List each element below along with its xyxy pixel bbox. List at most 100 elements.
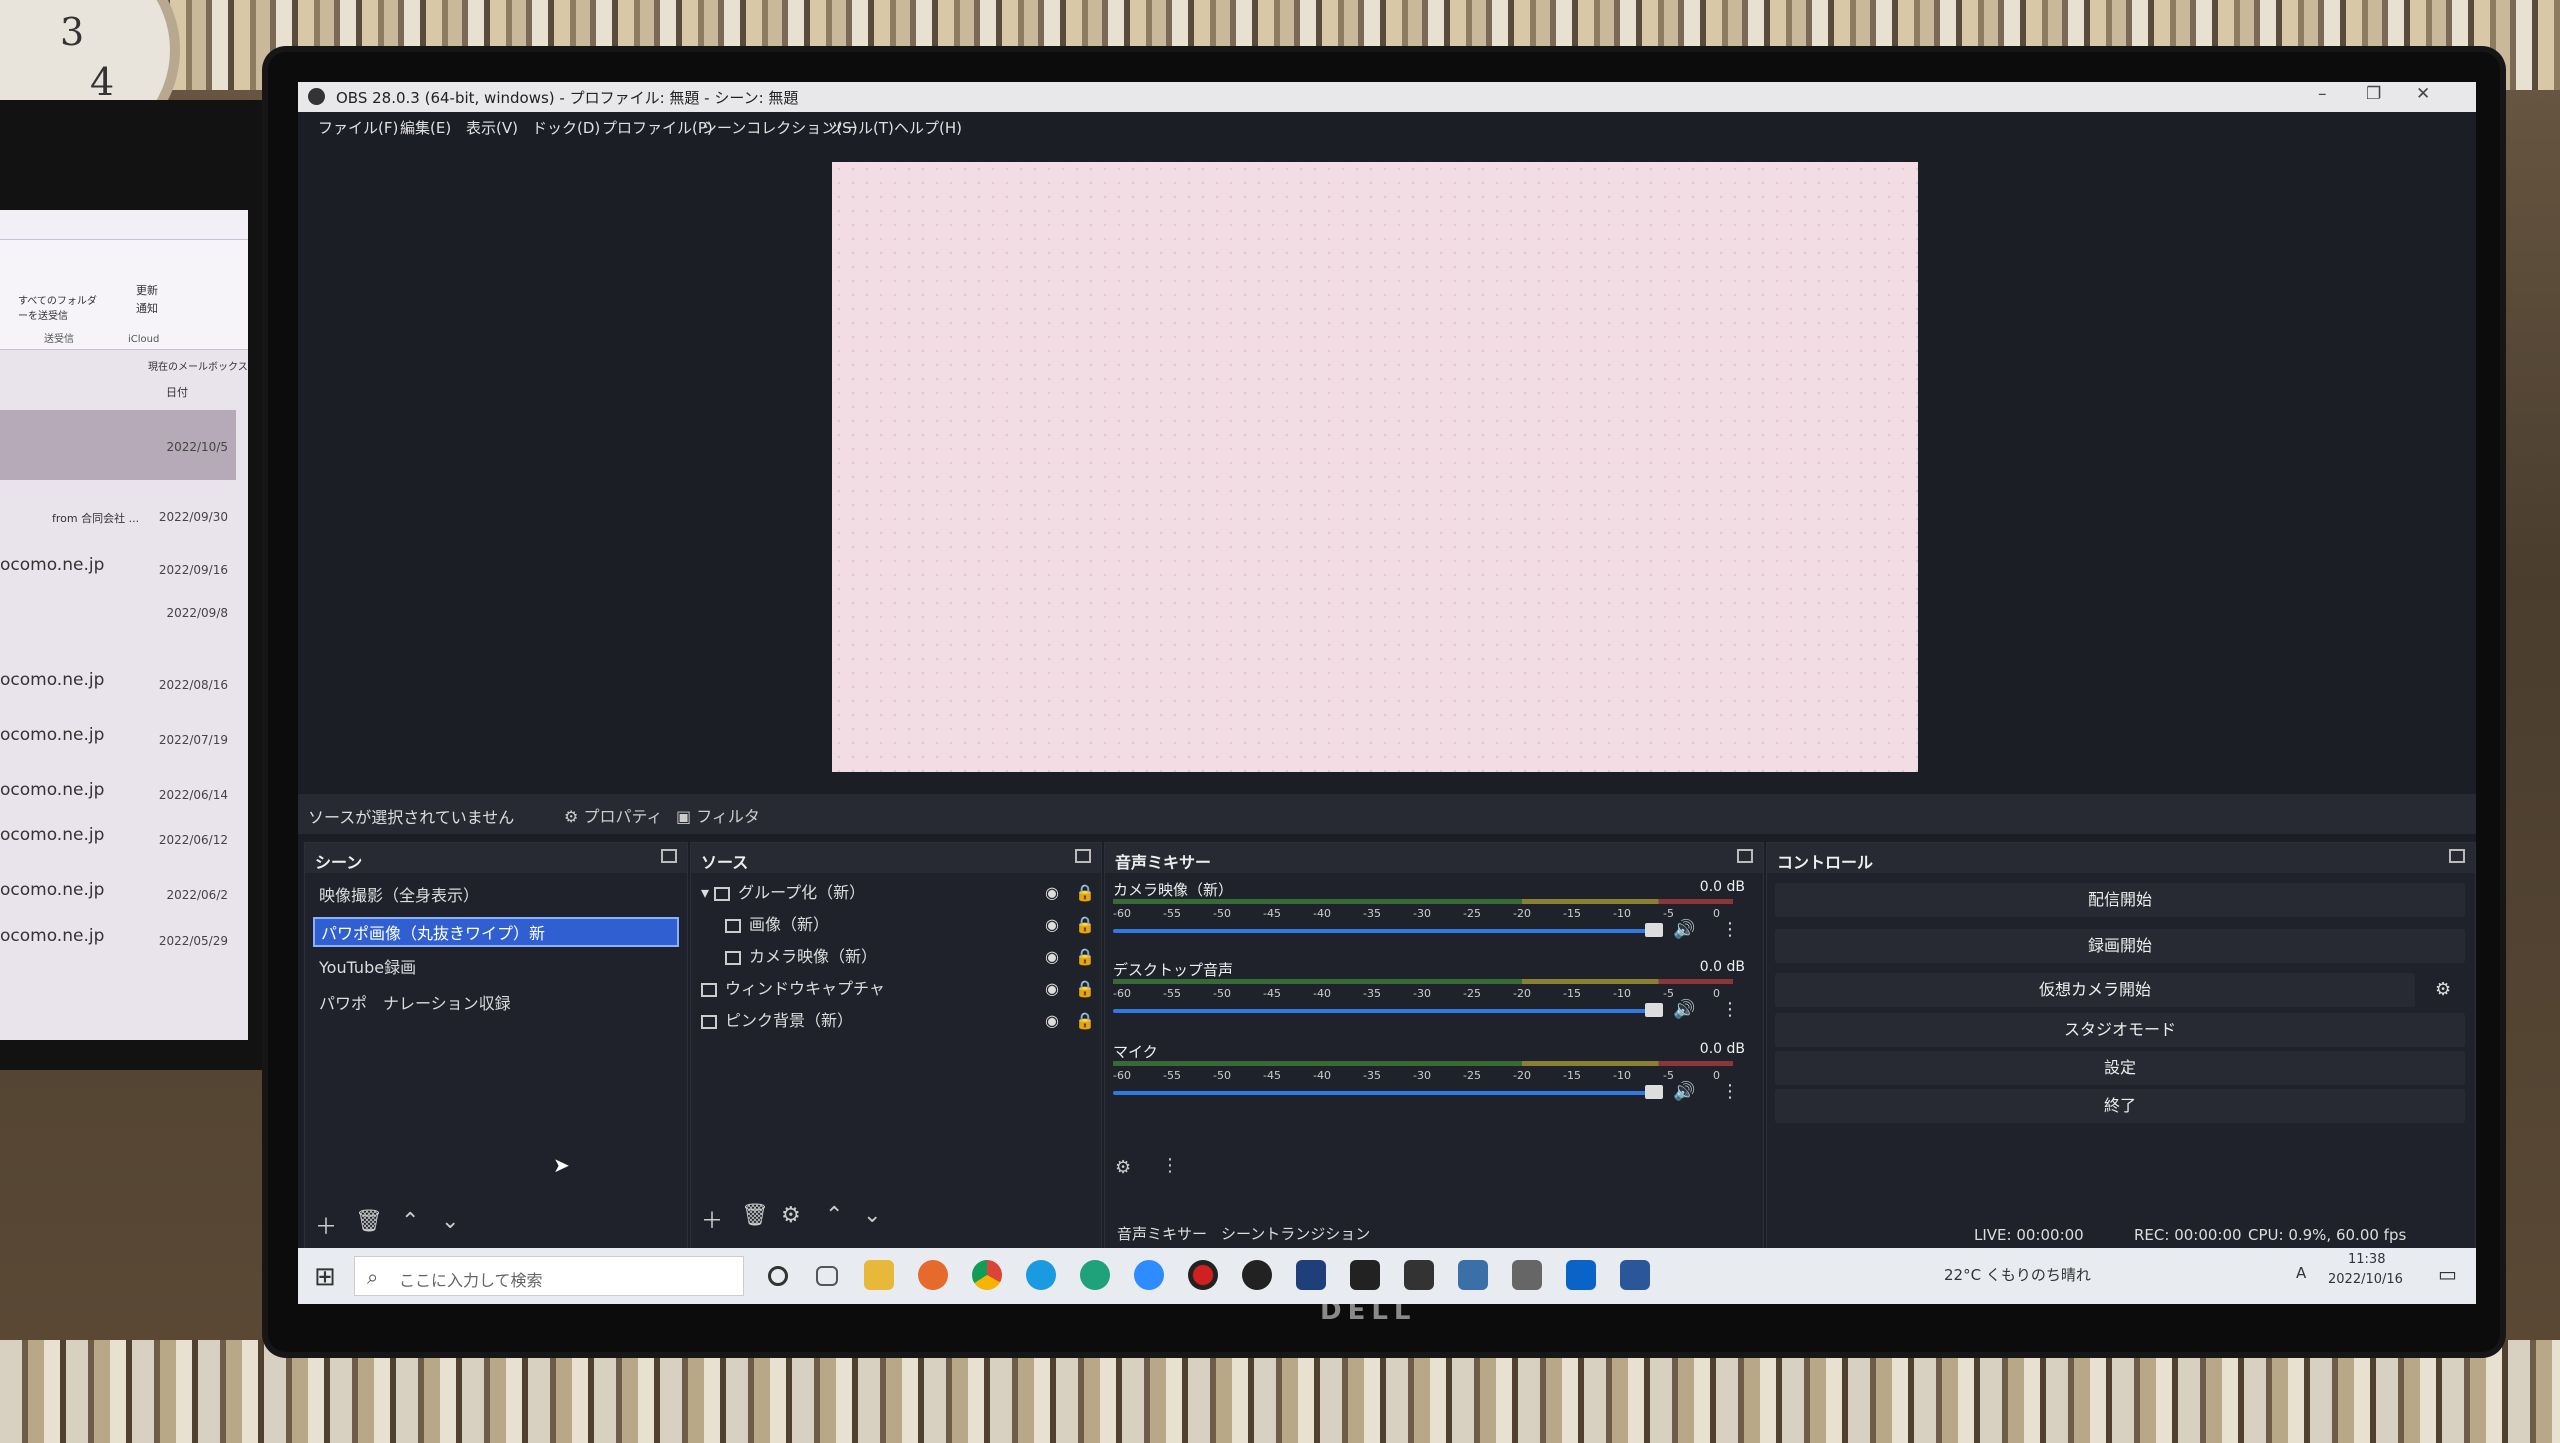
weather-widget[interactable]: 22°C くもりのち晴れ <box>1944 1264 2091 1285</box>
close-icon[interactable]: ✕ <box>2416 84 2430 104</box>
mail-row[interactable]: ocomo.ne.jp 2022/05/29 <box>0 926 240 948</box>
volume-slider-handle[interactable] <box>1645 1003 1663 1017</box>
menu-file[interactable]: ファイル(F) <box>318 117 398 138</box>
meter-tick-label: -20 <box>1513 987 1531 1000</box>
virtual-camera-settings-icon[interactable]: ⚙ <box>2435 979 2451 1000</box>
lock-icon[interactable]: 🔒 <box>1075 879 1095 907</box>
ribbon-refresh[interactable]: 更新 <box>136 282 158 298</box>
undock-icon[interactable] <box>1075 849 1091 863</box>
undock-icon[interactable] <box>2449 849 2465 863</box>
notification-icon[interactable]: ▭ <box>2438 1262 2457 1286</box>
scene-item[interactable]: YouTube録画 <box>313 953 679 983</box>
lock-icon[interactable]: 🔒 <box>1075 1007 1095 1035</box>
source-item-window-capture[interactable]: ウィンドウキャプチャ ◉ 🔒 <box>701 975 1095 1003</box>
clock-date[interactable]: 2022/10/16 <box>2328 1272 2403 1287</box>
ime-indicator[interactable]: A <box>2296 1264 2306 1282</box>
exit-button[interactable]: 終了 <box>1775 1089 2465 1123</box>
minimize-icon[interactable]: – <box>2318 84 2327 104</box>
volume-slider[interactable] <box>1113 929 1653 933</box>
taskbar-search-box[interactable]: ⌕ ここに入力して検索 <box>354 1256 744 1296</box>
cortana-icon[interactable] <box>768 1266 788 1286</box>
app-icon[interactable] <box>1404 1260 1434 1290</box>
task-view-icon[interactable] <box>816 1266 838 1286</box>
volume-slider-handle[interactable] <box>1645 1085 1663 1099</box>
edge-icon[interactable] <box>1080 1260 1110 1290</box>
app-icon[interactable] <box>1458 1260 1488 1290</box>
visibility-eye-icon[interactable]: ◉ <box>1045 943 1059 971</box>
scene-item-selected[interactable]: パワポ画像（丸抜きワイプ）新 <box>313 917 679 947</box>
speaker-icon[interactable]: 🔊 <box>1673 999 1695 1020</box>
menu-dock[interactable]: ドック(D) <box>532 117 600 138</box>
mail-search-scope[interactable]: 現在のメールボックス <box>148 358 248 373</box>
settings-button[interactable]: 設定 <box>1775 1051 2465 1085</box>
source-item-camera[interactable]: カメラ映像（新） ◉ 🔒 <box>725 943 1095 971</box>
menu-help[interactable]: ヘルプ(H) <box>894 117 962 138</box>
more-options-icon[interactable]: ⋮ <box>1721 919 1739 940</box>
meter-tick-label: -45 <box>1263 987 1281 1000</box>
visibility-eye-icon[interactable]: ◉ <box>1045 911 1059 939</box>
filters-button[interactable]: ▣ フィルタ <box>676 803 760 827</box>
scene-item[interactable]: 映像撮影（全身表示） <box>313 881 679 911</box>
volume-slider[interactable] <box>1113 1091 1653 1095</box>
app-icon[interactable] <box>1350 1260 1380 1290</box>
lock-icon[interactable]: 🔒 <box>1075 975 1095 1003</box>
bookshelf-bottom <box>0 1340 2560 1443</box>
start-recording-button[interactable]: 録画開始 <box>1775 929 2465 963</box>
file-explorer-icon[interactable] <box>864 1260 894 1290</box>
ribbon-send-receive-all[interactable]: すべてのフォルダーを送受信 <box>18 292 98 322</box>
volume-meter <box>1113 1061 1733 1066</box>
word-icon[interactable] <box>1620 1260 1650 1290</box>
start-virtual-camera-button[interactable]: 仮想カメラ開始 <box>1775 973 2415 1007</box>
undock-icon[interactable] <box>1737 849 1753 863</box>
mail-row[interactable]: ocomo.ne.jp 2022/07/19 <box>0 725 240 747</box>
volume-slider-handle[interactable] <box>1645 923 1663 937</box>
visibility-eye-icon[interactable]: ◉ <box>1045 1007 1059 1035</box>
chrome-icon[interactable] <box>972 1260 1002 1290</box>
visibility-eye-icon[interactable]: ◉ <box>1045 879 1059 907</box>
camera-app-icon[interactable] <box>1512 1260 1542 1290</box>
record-icon[interactable] <box>1188 1260 1218 1290</box>
obs-taskbar-icon[interactable] <box>1242 1260 1272 1290</box>
outlook-icon[interactable] <box>1566 1260 1596 1290</box>
mail-row[interactable]: ocomo.ne.jp 2022/06/12 <box>0 825 240 847</box>
mixer-menu-icon[interactable]: ⋮ <box>1161 1155 1179 1176</box>
windows-start-icon[interactable]: ⊞ <box>314 1262 336 1292</box>
undock-icon[interactable] <box>661 849 677 863</box>
mail-sort-label[interactable]: 日付 <box>166 384 188 400</box>
mail-row[interactable]: ocomo.ne.jp 2022/08/16 <box>0 670 240 692</box>
menu-profile[interactable]: プロファイル(P) <box>602 117 713 138</box>
expand-arrow-icon[interactable]: ▾ <box>701 883 714 902</box>
mixer-settings-icon[interactable]: ⚙ <box>1115 1157 1131 1178</box>
menu-edit[interactable]: 編集(E) <box>400 117 451 138</box>
source-item-group[interactable]: ▾ グループ化（新） ◉ 🔒 <box>701 879 1095 907</box>
volume-slider[interactable] <box>1113 1009 1653 1013</box>
skype-icon[interactable] <box>1026 1260 1056 1290</box>
app-icon[interactable] <box>1296 1260 1326 1290</box>
mail-row[interactable]: ocomo.ne.jp 2022/06/2 <box>0 880 240 902</box>
sources-title: ソース <box>701 853 749 872</box>
properties-button[interactable]: ⚙ プロパティ <box>564 803 662 827</box>
more-options-icon[interactable]: ⋮ <box>1721 999 1739 1020</box>
start-streaming-button[interactable]: 配信開始 <box>1775 883 2465 917</box>
speaker-icon[interactable]: 🔊 <box>1673 919 1695 940</box>
lock-icon[interactable]: 🔒 <box>1075 911 1095 939</box>
visibility-eye-icon[interactable]: ◉ <box>1045 975 1059 1003</box>
speaker-icon[interactable]: 🔊 <box>1673 1081 1695 1102</box>
mail-row[interactable]: ocomo.ne.jp 2022/09/16 <box>0 555 240 577</box>
menu-view[interactable]: 表示(V) <box>466 117 518 138</box>
lock-icon[interactable]: 🔒 <box>1075 943 1095 971</box>
preview-canvas[interactable] <box>832 162 1918 772</box>
source-item-pink-bg[interactable]: ピンク背景（新） ◉ 🔒 <box>701 1007 1095 1035</box>
restore-icon[interactable]: ❐ <box>2366 84 2381 104</box>
scene-item[interactable]: パワポ ナレーション収録 <box>313 989 679 1019</box>
clock-time[interactable]: 11:38 <box>2348 1252 2385 1267</box>
mail-row[interactable]: ocomo.ne.jp 2022/06/14 <box>0 780 240 802</box>
meter-tick-label: -40 <box>1313 1069 1331 1082</box>
studio-mode-button[interactable]: スタジオモード <box>1775 1013 2465 1047</box>
more-options-icon[interactable]: ⋮ <box>1721 1081 1739 1102</box>
menu-tools[interactable]: ツール(T) <box>828 117 894 138</box>
zoom-icon[interactable] <box>1134 1260 1164 1290</box>
source-item-image[interactable]: 画像（新） ◉ 🔒 <box>725 911 1095 939</box>
firefox-icon[interactable] <box>918 1260 948 1290</box>
ribbon-notify[interactable]: 通知 <box>136 300 158 316</box>
